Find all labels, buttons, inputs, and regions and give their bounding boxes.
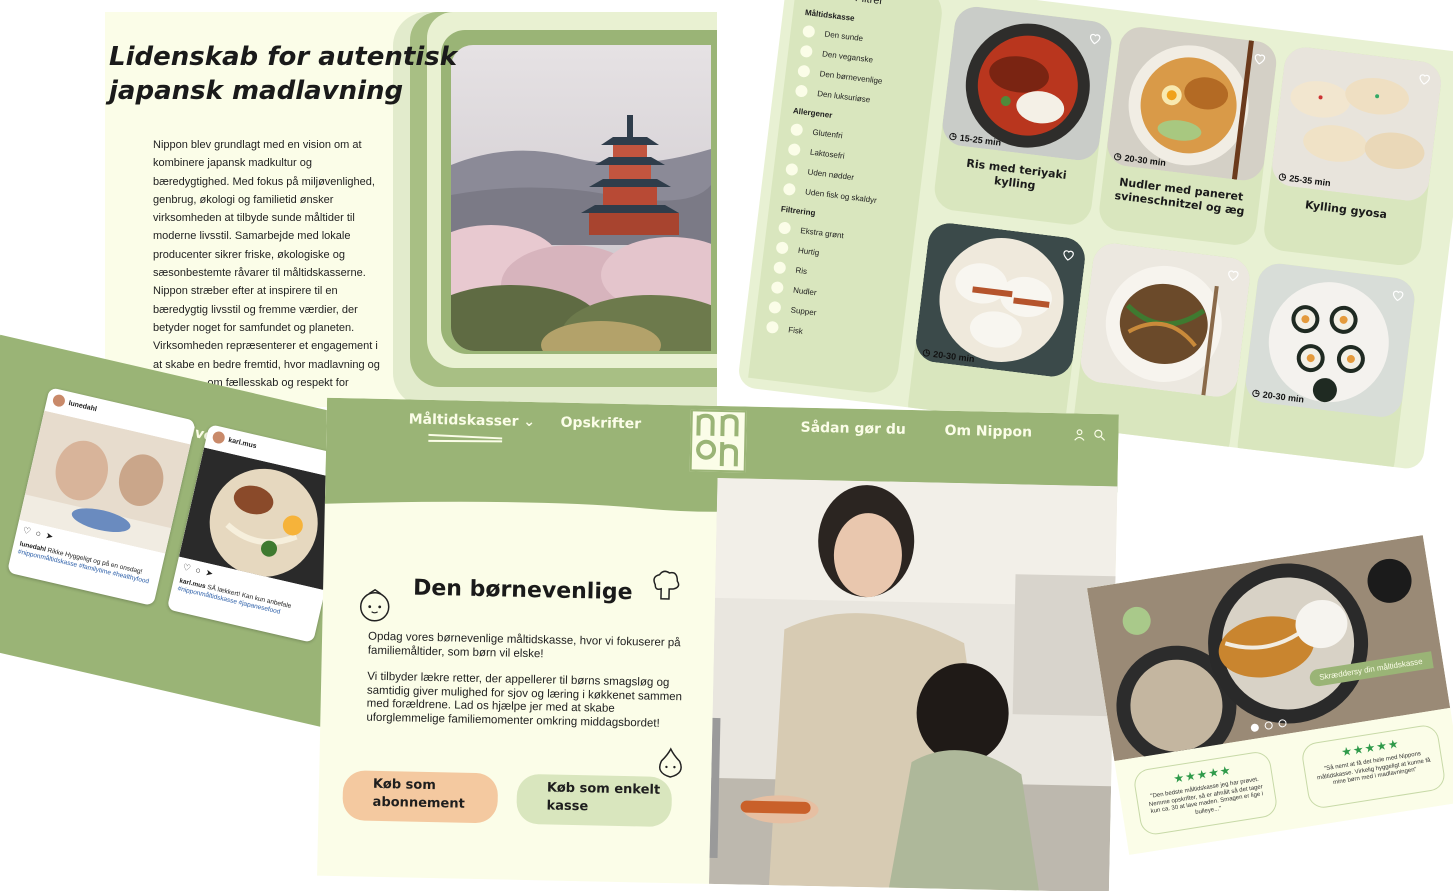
recipe-name: Nudler med paneret svineschnitzel og æg — [1113, 175, 1246, 218]
heart-icon[interactable] — [1087, 31, 1103, 47]
heart-icon[interactable] — [1061, 247, 1077, 263]
heart-icon[interactable]: ♡ — [181, 562, 192, 575]
broccoli-doodle-icon — [653, 570, 680, 600]
pagoda-photo — [451, 45, 711, 351]
user-icon[interactable] — [1072, 427, 1086, 441]
heart-icon[interactable] — [1417, 71, 1433, 87]
post-caption: karl.mus SÅ lækkert! Kan kun anbefale #ni… — [176, 577, 292, 616]
recipe-name: Ris med teriyaki kylling — [965, 156, 1068, 193]
about-card: Lidenskab for autentisk japansk madlavni… — [105, 12, 717, 407]
post-username[interactable]: karl.mus — [228, 437, 258, 450]
recipes-card: Filtrér Måltidskasse Den sunde Den vegan… — [736, 0, 1453, 471]
reviews-card: Skræddersy din måltidskasse ★★★★★ "Den b… — [1086, 535, 1453, 855]
instagram-post[interactable]: lunedahl ♡ ○ ➤ lunedahl Rikke Hyggeligt … — [6, 387, 196, 607]
hero-intro: Opdag vores børnevenlige måltidskasse, h… — [367, 630, 681, 660]
post-username[interactable]: lunedahl — [68, 400, 98, 413]
nav-item-maaltidskasser[interactable]: Måltidskasser ⌄ — [408, 411, 535, 430]
radio-circle-icon[interactable] — [768, 300, 782, 315]
radio-circle-icon[interactable] — [790, 123, 804, 137]
garlic-doodle-icon — [659, 747, 682, 778]
recipe-image — [1078, 240, 1253, 400]
carousel-dot-active[interactable] — [1250, 723, 1260, 733]
radio-circle-icon[interactable] — [773, 261, 787, 275]
nav-item-saadan-goer-du[interactable]: Sådan gør du — [800, 420, 906, 438]
nippon-logo[interactable] — [689, 409, 747, 473]
radio-circle-icon[interactable] — [777, 221, 792, 235]
heart-icon[interactable] — [1225, 267, 1241, 283]
post-actions: ♡ ○ ➤ — [22, 525, 55, 543]
review-card: ★★★★★ "Den bedste måltidskasse jeg har p… — [1132, 749, 1279, 837]
about-title: Lidenskab for autentisk japansk madlavni… — [109, 42, 457, 106]
radio-circle-icon[interactable] — [799, 44, 814, 59]
clock-icon: ◷ — [1251, 387, 1261, 399]
tomato-doodle-icon — [359, 588, 390, 622]
avatar — [211, 430, 226, 445]
recipe-card[interactable]: ◷ 20-30 min — [1235, 261, 1417, 471]
buy-subscription-button[interactable]: Køb som abonnement — [342, 770, 499, 824]
mother-child-cooking-photo — [708, 477, 1118, 891]
comment-icon[interactable]: ○ — [34, 528, 43, 540]
radio-circle-icon[interactable] — [797, 64, 811, 78]
hero-card: Måltidskasser ⌄ Opskrifter Sådan gør du … — [317, 397, 1119, 891]
post-caption: lunedahl Rikke Hyggeligt og på en onsdag… — [17, 540, 150, 586]
radio-circle-icon[interactable] — [775, 241, 789, 255]
review-card: ★★★★★ "Så nemt at få det hele med Nippon… — [1300, 723, 1447, 811]
buy-single-box-button[interactable]: Køb som enkelt kasse — [516, 773, 673, 828]
heart-icon[interactable]: ♡ — [22, 525, 32, 538]
clock-icon: ◷ — [948, 130, 958, 142]
search-icon[interactable] — [1092, 428, 1106, 442]
hero-title: Den børnevenlige — [412, 575, 633, 606]
radio-circle-icon[interactable] — [802, 24, 816, 39]
heart-icon[interactable] — [1252, 51, 1268, 67]
post-actions: ♡ ○ ➤ — [181, 562, 215, 580]
radio-circle-icon[interactable] — [794, 84, 809, 98]
chopsticks-underline-icon — [428, 433, 503, 443]
hero-description: Vi tilbyder lækre retter, der appellerer… — [366, 670, 683, 730]
nav-item-opskrifter[interactable]: Opskrifter — [560, 415, 641, 433]
radio-circle-icon[interactable] — [770, 280, 785, 295]
radio-circle-icon[interactable] — [782, 182, 797, 196]
nav-item-om-nippon[interactable]: Om Nippon — [944, 423, 1032, 441]
recipe-card[interactable]: ◷ 20-30 min Nudler med paneret svineschni… — [1096, 24, 1279, 248]
clock-icon: ◷ — [1113, 150, 1123, 162]
clock-icon: ◷ — [1278, 170, 1288, 182]
radio-circle-icon[interactable] — [785, 162, 799, 177]
carousel-dot[interactable] — [1277, 718, 1288, 728]
recipe-card[interactable]: ◷ 15-25 min Ris med teriyaki kylling — [932, 4, 1114, 228]
radio-circle-icon[interactable] — [765, 320, 780, 334]
share-icon[interactable]: ➤ — [204, 567, 215, 579]
recipe-card[interactable]: ◷ 25-35 min Kylling gyosa — [1261, 44, 1444, 268]
avatar — [51, 393, 67, 408]
about-body: Nippon blev grundlagt med en vision om a… — [153, 139, 380, 389]
clock-icon: ◷ — [921, 346, 931, 358]
carousel-dot[interactable] — [1264, 720, 1274, 731]
radio-circle-icon[interactable] — [787, 142, 801, 157]
heart-icon[interactable] — [1390, 287, 1406, 303]
chevron-down-icon: ⌄ — [523, 413, 536, 431]
share-icon[interactable]: ➤ — [45, 530, 55, 542]
comment-icon[interactable]: ○ — [194, 565, 202, 577]
